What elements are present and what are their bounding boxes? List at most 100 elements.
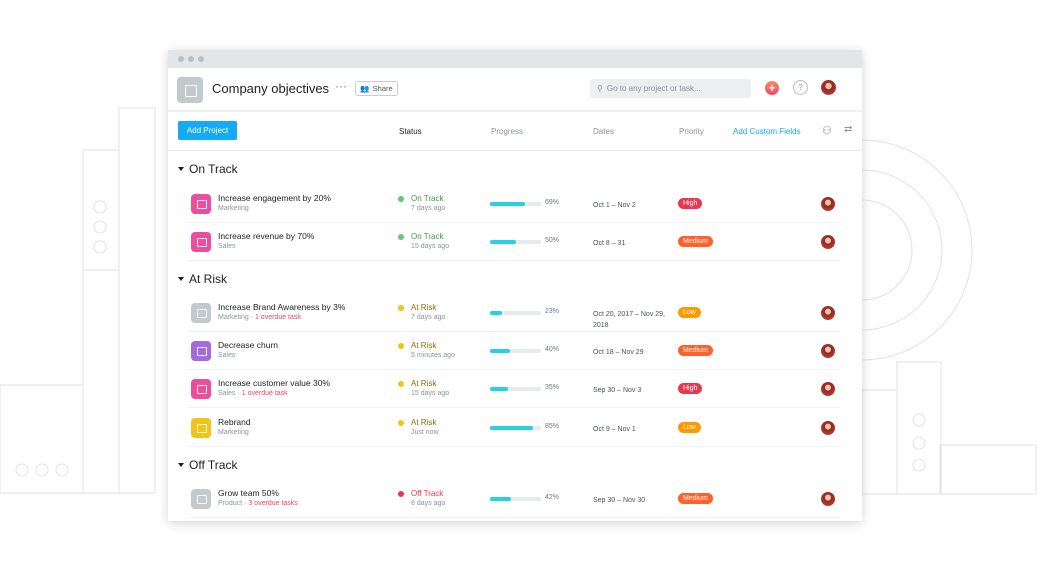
question-icon[interactable]: ? [793, 80, 808, 95]
status-text[interactable]: At Risk [411, 379, 436, 388]
progress-percent: 23% [545, 308, 560, 315]
overdue-tasks[interactable]: 3 overdue tasks [248, 500, 297, 507]
column-status[interactable]: Status [399, 127, 422, 136]
section-title: Off Track [189, 458, 238, 472]
column-dates[interactable]: Dates [593, 127, 614, 136]
status-text[interactable]: On Track [411, 194, 443, 203]
section-header[interactable]: Off Track [178, 458, 237, 472]
progress-percent: 35% [545, 384, 560, 391]
overdue-tasks[interactable]: 1 overdue task [255, 314, 301, 321]
progress-percent: 85% [545, 423, 560, 430]
window-control[interactable] [198, 56, 204, 62]
section-header[interactable]: On Track [178, 162, 238, 176]
caret-down-icon[interactable] [178, 463, 184, 467]
progress-percent: 40% [545, 346, 560, 353]
progress-bar [490, 202, 541, 206]
project-name[interactable]: Decrease churn [218, 340, 278, 350]
status-dot [398, 305, 404, 311]
project-meta: Product · 3 overdue tasks [218, 500, 298, 507]
avatar[interactable] [821, 421, 835, 435]
priority-badge[interactable]: Low [678, 422, 701, 433]
column-priority[interactable]: Priority [679, 127, 704, 136]
status-text[interactable]: On Track [411, 232, 443, 241]
date-range[interactable]: Oct 1 – Nov 2 [593, 200, 668, 211]
app-window: Company objectives ··· 👥 Share ⚲ Go to any… [168, 50, 862, 521]
team-name: Product [218, 500, 243, 507]
page-title: Company objectives [212, 81, 330, 96]
table-row[interactable]: Grow team 50% Product · 3 overdue tasks … [188, 480, 840, 518]
column-progress[interactable]: Progress [491, 127, 523, 136]
status-dot [398, 343, 404, 349]
search-placeholder: Go to any project or task... [606, 84, 701, 93]
avatar[interactable] [821, 235, 835, 249]
table-row[interactable]: Decrease churn Sales At Risk 5 minutes a… [188, 332, 840, 370]
project-meta: Marketing [218, 429, 249, 436]
avatar[interactable] [821, 382, 835, 396]
table-row[interactable]: Increase Brand Awareness by 3% Marketing… [188, 294, 840, 332]
progress-bar [490, 349, 541, 353]
plus-icon[interactable]: + [765, 81, 779, 95]
section-header[interactable]: At Risk [178, 272, 227, 286]
priority-badge[interactable]: High [678, 383, 703, 394]
progress-percent: 69% [545, 199, 560, 206]
avatar[interactable] [821, 306, 835, 320]
section-title: At Risk [189, 272, 228, 286]
project-meta: Sales · 1 overdue task [218, 390, 288, 397]
more-options-icon[interactable]: ··· [335, 79, 347, 93]
priority-badge[interactable]: Medium [678, 345, 713, 356]
window-control[interactable] [178, 56, 184, 62]
team-name: Marketing [218, 205, 249, 212]
project-icon [191, 194, 211, 214]
date-range[interactable]: Sep 30 – Nov 3 [593, 385, 668, 396]
date-range[interactable]: Oct 20, 2017 – Nov 29, 2018 [593, 309, 668, 331]
status-text[interactable]: At Risk [411, 303, 436, 312]
status-dot [398, 420, 404, 426]
avatar[interactable] [821, 344, 835, 358]
priority-badge[interactable]: High [678, 198, 703, 209]
caret-down-icon[interactable] [178, 167, 184, 171]
table-row[interactable]: Increase customer value 30% Sales · 1 ov… [188, 370, 840, 408]
status-dot [398, 491, 404, 497]
project-name[interactable]: Increase engagement by 20% [218, 193, 331, 203]
share-label: Share [372, 84, 393, 93]
window-control[interactable] [188, 56, 194, 62]
person-icon[interactable]: ⚇ [822, 124, 832, 137]
table-row[interactable]: Increase engagement by 20% Marketing On … [188, 185, 840, 223]
table-row[interactable]: Increase revenue by 70% Sales On Track 1… [188, 223, 840, 261]
priority-badge[interactable]: Medium [678, 493, 713, 504]
project-meta: Sales [218, 243, 236, 250]
overdue-tasks[interactable]: 1 overdue task [242, 390, 288, 397]
team-name: Marketing [218, 314, 249, 321]
status-text[interactable]: At Risk [411, 418, 436, 427]
date-range[interactable]: Oct 18 – Nov 29 [593, 347, 668, 358]
date-range[interactable]: Oct 8 – 31 [593, 238, 668, 249]
project-name[interactable]: Increase Brand Awareness by 3% [218, 302, 345, 312]
project-name[interactable]: Increase customer value 30% [218, 378, 330, 388]
share-button[interactable]: 👥 Share [355, 81, 398, 96]
date-range[interactable]: Oct 9 – Nov 1 [593, 424, 668, 435]
avatar[interactable] [821, 492, 835, 506]
column-header-row: Add Project Status Progress Dates Priori… [168, 112, 862, 151]
project-name[interactable]: Increase revenue by 70% [218, 231, 314, 241]
add-custom-fields-link[interactable]: Add Custom Fields [733, 127, 801, 136]
project-name[interactable]: Rebrand [218, 417, 251, 427]
project-name[interactable]: Grow team 50% [218, 488, 279, 498]
avatar[interactable] [821, 80, 836, 95]
add-project-button[interactable]: Add Project [178, 121, 237, 140]
window-titlebar [168, 50, 862, 68]
table-row[interactable]: Rebrand Marketing At Risk Just now 85% O… [188, 409, 840, 447]
status-text[interactable]: Off Track [411, 489, 443, 498]
search-input[interactable]: ⚲ Go to any project or task... [590, 79, 751, 98]
status-updated: 15 days ago [411, 243, 450, 250]
avatar[interactable] [821, 197, 835, 211]
sort-icon[interactable]: ⇄ [844, 124, 852, 135]
priority-badge[interactable]: Low [678, 307, 701, 318]
project-icon [191, 341, 211, 361]
priority-badge[interactable]: Medium [678, 236, 713, 247]
progress-percent: 50% [545, 237, 560, 244]
project-icon [191, 379, 211, 399]
caret-down-icon[interactable] [178, 277, 184, 281]
date-range[interactable]: Sep 30 – Nov 30 [593, 495, 668, 506]
status-updated: 8 days ago [411, 500, 446, 507]
status-text[interactable]: At Risk [411, 341, 436, 350]
